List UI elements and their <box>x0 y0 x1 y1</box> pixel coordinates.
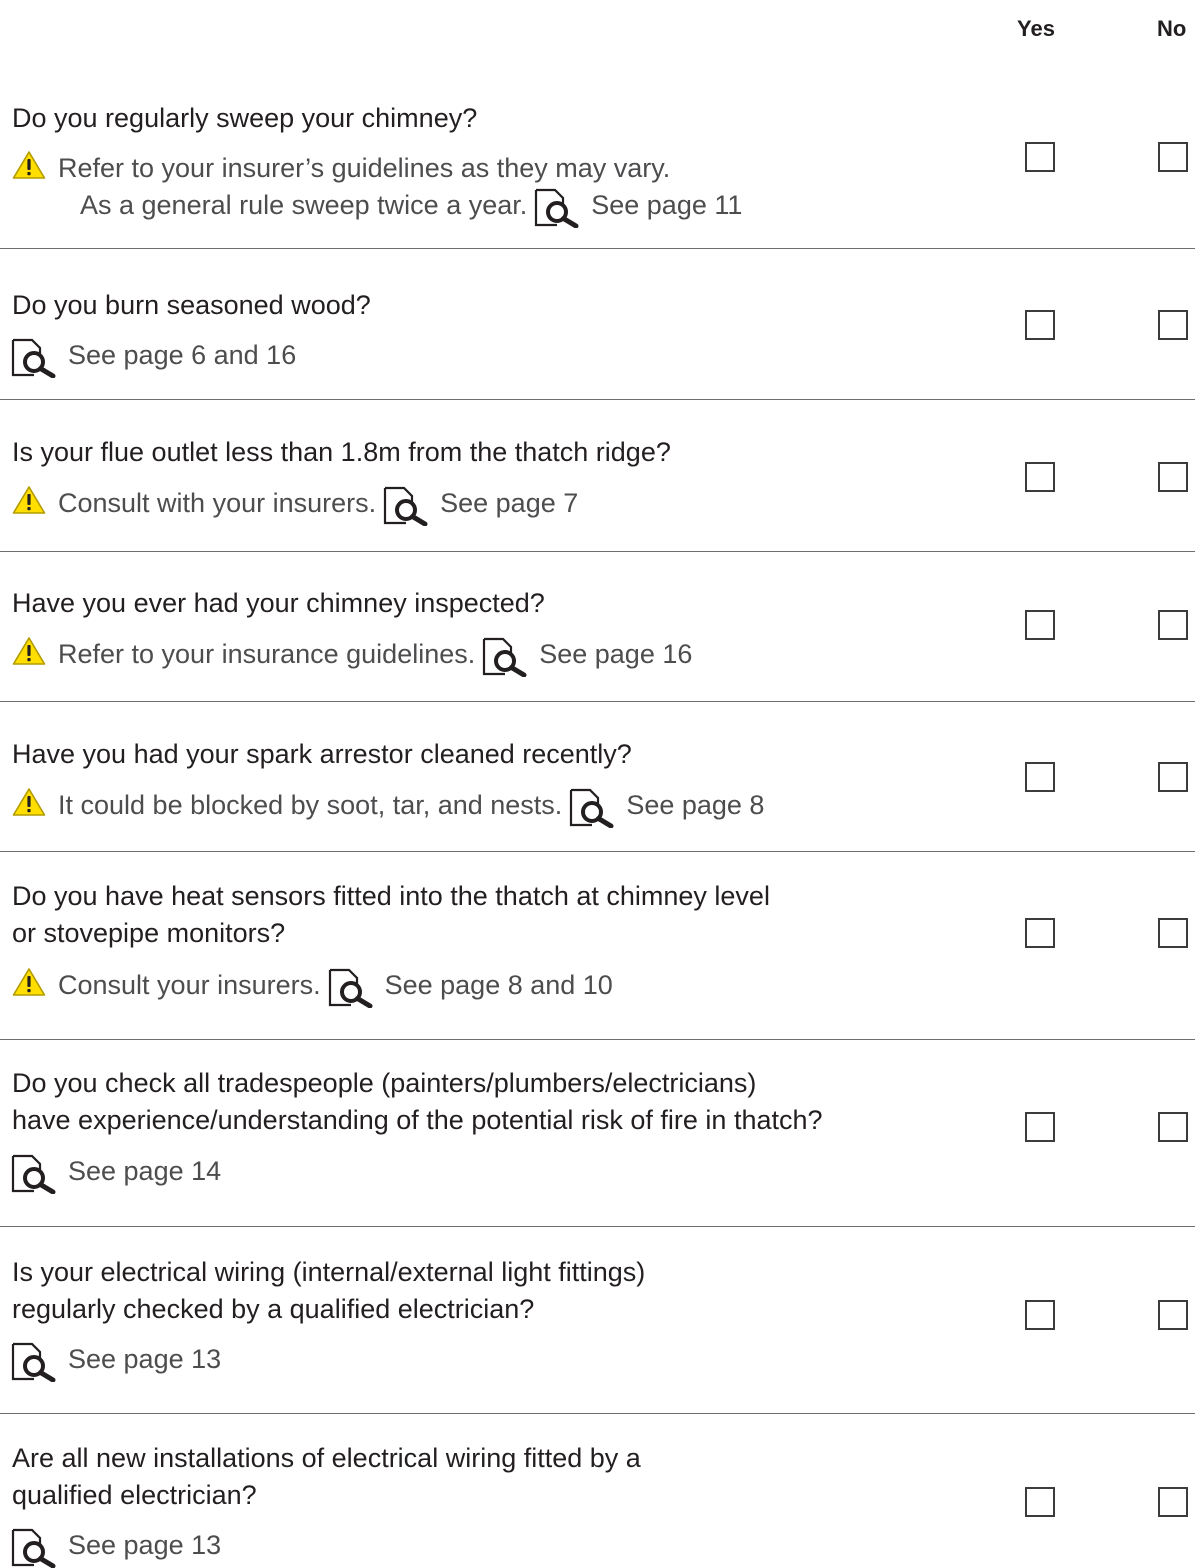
warning-triangle-icon <box>12 967 46 997</box>
see-page-link[interactable]: See page 14 <box>68 1156 221 1186</box>
see-page-link[interactable]: See page 13 <box>68 1530 221 1560</box>
yes-checkbox[interactable] <box>1025 610 1055 640</box>
no-checkbox[interactable] <box>1158 1487 1188 1517</box>
warning-triangle-icon <box>12 485 46 515</box>
question-text-line-1: Do you check all tradespeople (painters/… <box>12 1068 757 1098</box>
question-text-line-1: Are all new installations of electrical … <box>12 1443 641 1473</box>
question-text: Is your flue outlet less than 1.8m from … <box>12 437 671 467</box>
row-divider <box>0 399 1195 400</box>
yes-checkbox[interactable] <box>1025 918 1055 948</box>
see-page-link[interactable]: See page 11 <box>591 190 742 220</box>
see-page-link[interactable]: See page 8 <box>626 790 764 820</box>
no-checkbox[interactable] <box>1158 1112 1188 1142</box>
warning-text: Refer to your insurer’s guidelines as th… <box>58 153 671 183</box>
question-text-line-2: or stovepipe monitors? <box>12 918 286 948</box>
see-page-link[interactable]: See page 8 and 10 <box>385 970 613 1000</box>
warning-note: It could be blocked by soot, tar, and ne… <box>12 787 764 828</box>
yes-checkbox[interactable] <box>1025 310 1055 340</box>
row-divider <box>0 1413 1195 1414</box>
question-text-line-2: qualified electrician? <box>12 1480 257 1510</box>
see-page-link[interactable]: See page 6 and 16 <box>68 340 296 370</box>
reference-note: See page 13 <box>12 1528 221 1568</box>
question-text-line-2: regularly checked by a qualified electri… <box>12 1294 535 1324</box>
warning-line: Refer to your insurance guidelines. See p… <box>12 636 692 677</box>
page-magnifier-icon <box>10 1342 60 1382</box>
page-magnifier-icon <box>533 188 583 228</box>
see-page-link[interactable]: See page 16 <box>539 639 692 669</box>
row-divider <box>0 551 1195 552</box>
row-divider <box>0 1226 1195 1227</box>
question-text: Have you had your spark arrestor cleaned… <box>12 739 632 769</box>
yes-checkbox[interactable] <box>1025 462 1055 492</box>
yes-checkbox[interactable] <box>1025 1487 1055 1517</box>
warning-note: Consult with your insurers. See page 7 <box>12 485 578 526</box>
page-magnifier-icon <box>568 788 618 828</box>
question-text-line-2: have experience/understanding of the pot… <box>12 1105 823 1135</box>
no-checkbox[interactable] <box>1158 462 1188 492</box>
page-magnifier-icon <box>10 1154 60 1194</box>
yes-checkbox[interactable] <box>1025 142 1055 172</box>
no-checkbox[interactable] <box>1158 142 1188 172</box>
reference-note: As a general rule sweep twice a year. See… <box>80 188 742 228</box>
row-divider <box>0 1039 1195 1040</box>
no-checkbox[interactable] <box>1158 610 1188 640</box>
warning-text: Consult with your insurers. <box>58 488 377 518</box>
warning-note: Refer to your insurer’s guidelines as th… <box>12 150 670 184</box>
page-magnifier-icon <box>327 968 377 1008</box>
page-magnifier-icon <box>10 1528 60 1568</box>
no-checkbox[interactable] <box>1158 918 1188 948</box>
see-page-link[interactable]: See page 7 <box>440 488 578 518</box>
no-column-header: No <box>1157 16 1187 41</box>
warning-triangle-icon <box>12 150 46 180</box>
yes-column-header: Yes <box>1017 16 1055 41</box>
reference-note: See page 14 <box>12 1154 221 1194</box>
page-magnifier-icon <box>10 338 60 378</box>
reference-note: See page 6 and 16 <box>12 338 296 378</box>
warning-text: Refer to your insurance guidelines. <box>58 639 476 669</box>
see-page-link[interactable]: See page 13 <box>68 1344 221 1374</box>
question-text: Do you burn seasoned wood? <box>12 290 371 320</box>
yes-checkbox[interactable] <box>1025 1112 1055 1142</box>
page-magnifier-icon <box>481 637 531 677</box>
warning-note: Consult your insurers. See page 8 and 10 <box>12 967 613 1008</box>
question-text-line-1: Is your electrical wiring (internal/exte… <box>12 1257 646 1287</box>
warning-triangle-icon <box>12 636 46 666</box>
page-magnifier-icon <box>382 486 432 526</box>
extra-text: As a general rule sweep twice a year. <box>80 190 528 220</box>
question-text: Have you ever had your chimney inspected… <box>12 588 545 618</box>
no-checkbox[interactable] <box>1158 1300 1188 1330</box>
reference-note: See page 13 <box>12 1342 221 1382</box>
row-divider <box>0 248 1195 249</box>
yes-checkbox[interactable] <box>1025 762 1055 792</box>
warning-triangle-icon <box>12 787 46 817</box>
row-divider <box>0 851 1195 852</box>
warning-text: Consult your insurers. <box>58 970 321 1000</box>
yes-checkbox[interactable] <box>1025 1300 1055 1330</box>
row-divider <box>0 701 1195 702</box>
no-checkbox[interactable] <box>1158 310 1188 340</box>
warning-text: It could be blocked by soot, tar, and ne… <box>58 790 563 820</box>
no-checkbox[interactable] <box>1158 762 1188 792</box>
question-text-line-1: Do you have heat sensors fitted into the… <box>12 881 770 911</box>
question-text: Do you regularly sweep your chimney? <box>12 103 478 133</box>
